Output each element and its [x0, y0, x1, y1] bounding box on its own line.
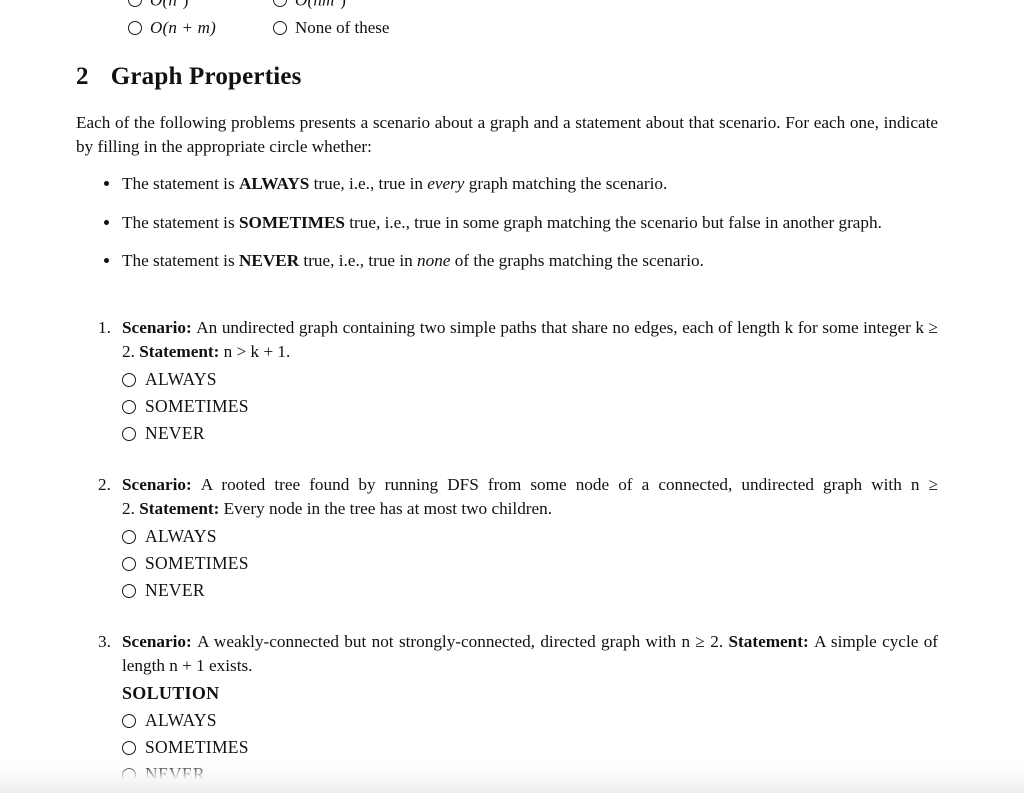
- bullet-always-keyword: ALWAYS: [238, 174, 310, 193]
- problem-3-number: 3.: [98, 632, 111, 651]
- option-on-plus-m[interactable]: O(n + m): [128, 18, 273, 38]
- bullet-always: The statement is ALWAYS true, i.e., true…: [76, 172, 938, 196]
- problem-2-choice-always[interactable]: ALWAYS: [122, 523, 938, 550]
- problem-1-choices: ALWAYS SOMETIMES NEVER: [122, 366, 938, 447]
- problem-1-statement-text: n > k + 1.: [223, 341, 291, 361]
- problem-1-scenario-label: Scenario:: [122, 318, 192, 337]
- option-label-onm2: O(nm2): [295, 0, 346, 10]
- option-on2[interactable]: O(n2): [128, 0, 273, 10]
- choice-label-never: NEVER: [145, 580, 205, 600]
- intro-paragraph: Each of the following problems presents …: [76, 113, 938, 156]
- choice-label-sometimes: SOMETIMES: [145, 396, 249, 416]
- bullet-always-pre: The statement is: [122, 174, 239, 193]
- bullet-sometimes-keyword: SOMETIMES: [238, 212, 345, 232]
- problem-list: 1. Scenario: An undirected graph containi…: [76, 316, 938, 788]
- bullet-never: The statement is NEVER true, i.e., true …: [76, 249, 938, 273]
- problem-2: 2. Scenario: A rooted tree found by runni…: [76, 473, 938, 604]
- problem-2-number: 2.: [98, 475, 111, 494]
- bullet-dot-icon: [104, 219, 109, 225]
- radio-circle-none-of-these[interactable]: [273, 21, 287, 35]
- bullet-sometimes-pre: The statement is: [122, 212, 239, 232]
- bullet-sometimes-mid: true, i.e., true in some graph matching …: [344, 212, 882, 232]
- radio-circle-sometimes[interactable]: [122, 556, 136, 571]
- problem-3-text: 3. Scenario: A weakly-connected but not s…: [76, 630, 938, 677]
- choice-label-sometimes: SOMETIMES: [145, 737, 249, 757]
- bullet-never-pre: The statement is: [122, 251, 239, 270]
- bullet-never-post: of the graphs matching the scenario.: [450, 251, 704, 270]
- problem-3-statement-label: Statement:: [728, 632, 809, 651]
- top-partial-option-row: O(n2) O(nm2) O(n + m) None of these: [0, 0, 1024, 46]
- problem-3-choice-sometimes[interactable]: SOMETIMES: [122, 734, 938, 761]
- option-grid: O(n2) O(nm2) O(n + m) None of these: [128, 0, 548, 42]
- option-label-on2: O(n2): [150, 0, 189, 10]
- problem-1-number: 1.: [98, 318, 111, 337]
- problem-3-choice-never[interactable]: NEVER: [122, 761, 938, 788]
- radio-circle-always[interactable]: [122, 529, 136, 544]
- problem-3-solution-label: SOLUTION: [122, 683, 220, 703]
- radio-circle-onm2[interactable]: [273, 0, 287, 7]
- radio-circle-always[interactable]: [122, 372, 136, 387]
- radio-circle-never[interactable]: [122, 426, 136, 441]
- problem-2-choices: ALWAYS SOMETIMES NEVER: [122, 523, 938, 604]
- section-title: Graph Properties: [110, 63, 302, 90]
- choice-label-always: ALWAYS: [145, 369, 217, 389]
- problem-2-choice-never[interactable]: NEVER: [122, 577, 938, 604]
- radio-circle-never[interactable]: [122, 583, 136, 598]
- bullet-always-mid: true, i.e., true in: [309, 174, 428, 193]
- bullet-always-emph: every: [427, 174, 465, 193]
- choice-label-never: NEVER: [145, 423, 205, 443]
- bullet-never-mid: true, i.e., true in: [299, 251, 418, 270]
- problem-1-choice-never[interactable]: NEVER: [122, 420, 938, 447]
- option-row-upper: O(n2) O(nm2): [128, 0, 548, 14]
- problem-1-choice-always[interactable]: ALWAYS: [122, 366, 938, 393]
- document-page: O(n2) O(nm2) O(n + m) None of these: [0, 0, 1024, 793]
- problem-2-text: 2. Scenario: A rooted tree found by runni…: [76, 473, 938, 520]
- problem-3-choice-always[interactable]: ALWAYS: [122, 707, 938, 734]
- problem-3-choices: ALWAYS SOMETIMES NEVER: [122, 707, 938, 788]
- option-label-none-of-these: None of these: [295, 18, 390, 37]
- problem-3-scenario-text: A weakly-connected but not strongly-conn…: [197, 632, 724, 651]
- problem-2-statement-text: Every node in the tree has at most two c…: [223, 498, 553, 518]
- problem-3-scenario-label: Scenario:: [122, 632, 192, 651]
- bullet-never-emph: none: [417, 251, 451, 270]
- problem-1: 1. Scenario: An undirected graph containi…: [76, 316, 938, 447]
- problem-1-statement-label: Statement:: [139, 341, 220, 361]
- problem-2-scenario-label: Scenario:: [122, 475, 192, 494]
- option-row-lower: O(n + m) None of these: [128, 14, 548, 42]
- problem-2-statement-label: Statement:: [139, 498, 220, 518]
- problem-3: 3. Scenario: A weakly-connected but not s…: [76, 630, 938, 788]
- radio-circle-on-plus-m[interactable]: [128, 21, 142, 35]
- section-number: 2: [76, 63, 89, 90]
- choice-label-sometimes: SOMETIMES: [145, 553, 249, 573]
- problem-2-choice-sometimes[interactable]: SOMETIMES: [122, 550, 938, 577]
- option-none-of-these[interactable]: None of these: [273, 18, 389, 38]
- radio-circle-always[interactable]: [122, 713, 136, 728]
- bullet-never-keyword: NEVER: [238, 251, 300, 270]
- option-onm2[interactable]: O(nm2): [273, 0, 346, 10]
- bullet-dot-icon: [104, 181, 109, 186]
- bullet-dot-icon: [104, 258, 109, 263]
- choice-label-always: ALWAYS: [145, 710, 217, 730]
- choice-label-always: ALWAYS: [145, 526, 217, 546]
- bullet-sometimes: The statement is SOMETIMES true, i.e., t…: [76, 211, 938, 235]
- bullet-always-post: graph matching the scenario.: [464, 174, 668, 193]
- radio-circle-sometimes[interactable]: [122, 399, 136, 414]
- definition-bullet-list: The statement is ALWAYS true, i.e., true…: [76, 172, 938, 273]
- problem-1-text: 1. Scenario: An undirected graph containi…: [76, 316, 938, 363]
- option-label-on-plus-m: O(n + m): [150, 18, 216, 37]
- radio-circle-never[interactable]: [122, 767, 136, 782]
- radio-circle-on2[interactable]: [128, 0, 142, 7]
- choice-label-never: NEVER: [145, 764, 205, 784]
- section-heading: 2 Graph Properties: [76, 63, 302, 91]
- problem-1-choice-sometimes[interactable]: SOMETIMES: [122, 393, 938, 420]
- radio-circle-sometimes[interactable]: [122, 740, 136, 755]
